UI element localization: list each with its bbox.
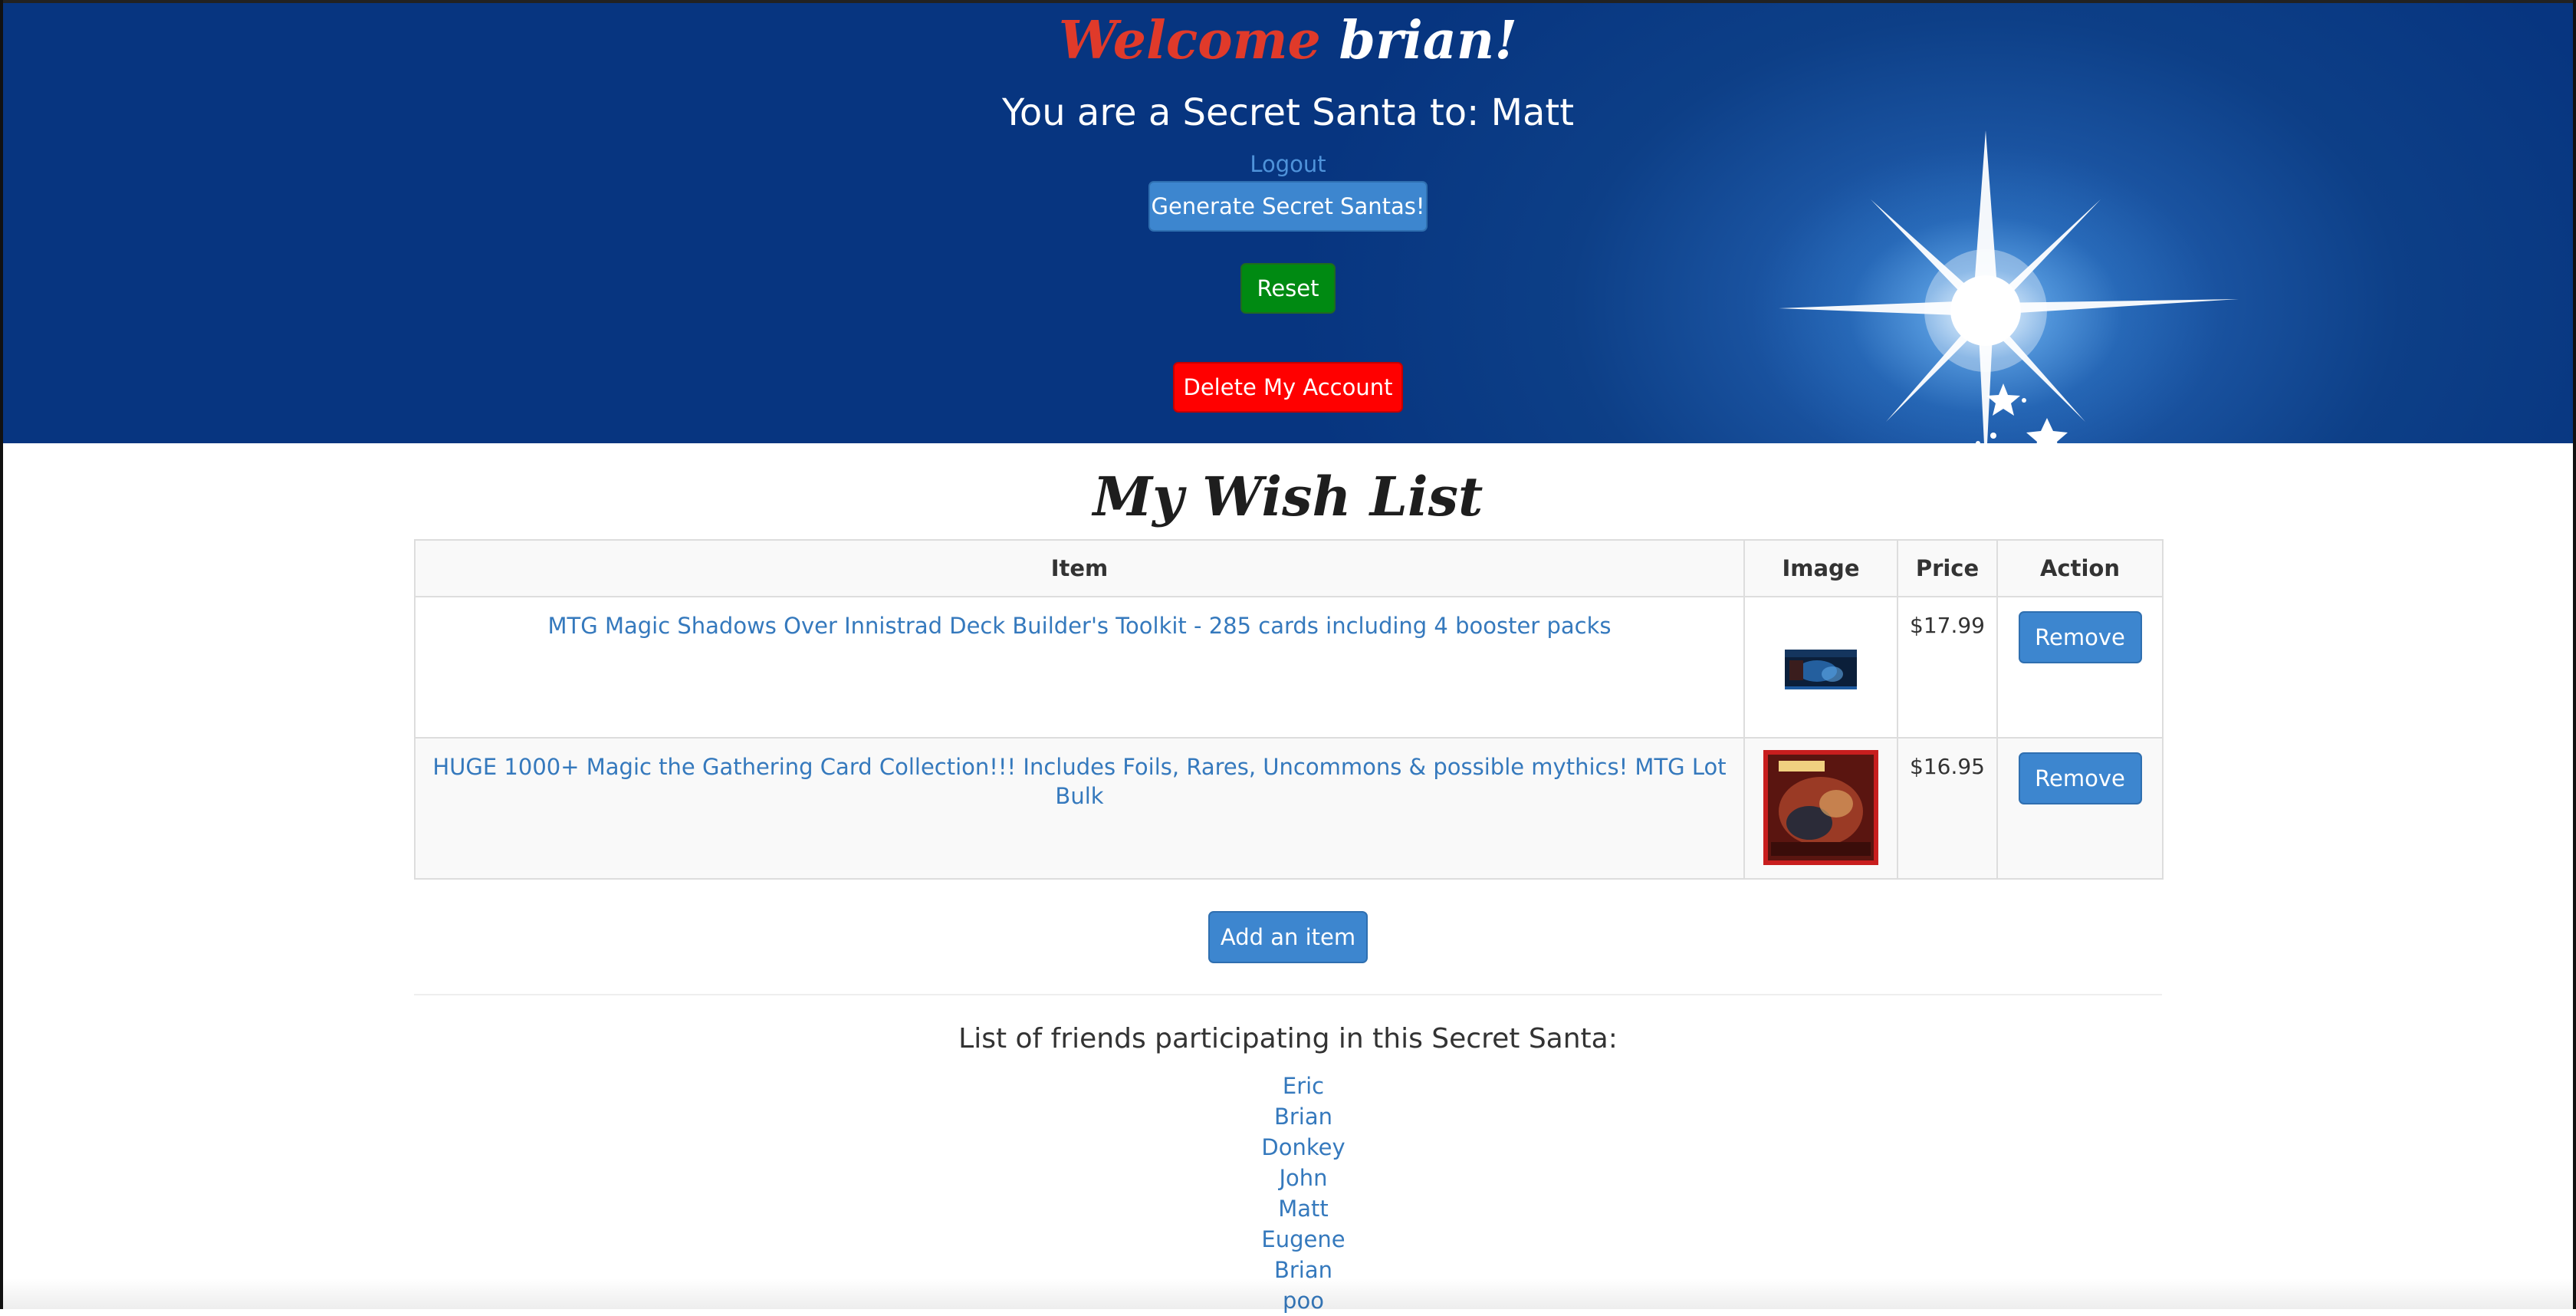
action-cell: Remove (1996, 737, 2164, 880)
friend-link[interactable]: poo (1227, 1285, 1380, 1316)
secret-santa-assignment: You are a Secret Santa to: Matt (1001, 91, 1575, 134)
logout-link[interactable]: Logout (0, 149, 2576, 179)
remove-item-button[interactable]: Remove (2018, 752, 2142, 804)
wishlist-title: My Wish List (1092, 465, 1484, 528)
column-header-item: Item (414, 539, 1745, 597)
image-cell (1743, 596, 1898, 739)
table-row: HUGE 1000+ Magic the Gathering Card Coll… (414, 737, 2164, 880)
item-thumbnail-deck-box[interactable] (1779, 639, 1863, 700)
item-thumbnail-card-collection[interactable] (1763, 750, 1878, 865)
item-price: $16.95 (1910, 754, 1985, 779)
header-banner: Welcome brian! You are a Secret Santa to… (0, 0, 2576, 443)
reset-button[interactable]: Reset (1240, 263, 1336, 314)
item-link[interactable]: MTG Magic Shadows Over Innistrad Deck Bu… (416, 597, 1743, 640)
add-item-button[interactable]: Add an item (1208, 911, 1368, 963)
welcome-word: Welcome (1058, 10, 1321, 71)
friend-link[interactable]: Brian (1227, 1101, 1380, 1132)
friends-heading: List of friends participating in this Se… (958, 1023, 1618, 1054)
generate-secret-santas-button[interactable]: Generate Secret Santas! (1148, 181, 1428, 232)
section-divider (414, 994, 2162, 995)
welcome-heading: Welcome brian! (0, 6, 2576, 75)
item-link[interactable]: HUGE 1000+ Magic the Gathering Card Coll… (416, 739, 1743, 811)
friend-link[interactable]: John (1227, 1163, 1380, 1193)
friend-link[interactable]: Eugene (1227, 1224, 1380, 1255)
item-price: $17.99 (1910, 613, 1985, 638)
column-header-image: Image (1743, 539, 1898, 597)
friend-link[interactable]: Brian (1227, 1255, 1380, 1285)
header-top-border (0, 0, 2576, 3)
friend-link[interactable]: Matt (1227, 1193, 1380, 1224)
window-frame-left (0, 0, 3, 1309)
welcome-username: brian! (1339, 10, 1518, 71)
item-cell: HUGE 1000+ Magic the Gathering Card Coll… (414, 737, 1745, 880)
friend-link[interactable]: Donkey (1227, 1132, 1380, 1163)
price-cell: $16.95 (1897, 737, 1998, 880)
wishlist-header-row: Item Image Price Action (414, 539, 2164, 597)
window-frame-right (2573, 0, 2576, 1309)
wishlist-table: Item Image Price Action MTG Magic Shadow… (414, 539, 2164, 880)
friend-link[interactable]: Eric (1227, 1071, 1380, 1101)
delete-account-button[interactable]: Delete My Account (1173, 362, 1403, 413)
column-header-price: Price (1897, 539, 1998, 597)
column-header-action: Action (1996, 539, 2164, 597)
friends-list: Eric Brian Donkey John Matt Eugene Brian… (1227, 1071, 1380, 1316)
table-row: MTG Magic Shadows Over Innistrad Deck Bu… (414, 596, 2164, 739)
item-cell: MTG Magic Shadows Over Innistrad Deck Bu… (414, 596, 1745, 739)
action-cell: Remove (1996, 596, 2164, 739)
remove-item-button[interactable]: Remove (2018, 611, 2142, 663)
image-cell (1743, 737, 1898, 880)
price-cell: $17.99 (1897, 596, 1998, 739)
